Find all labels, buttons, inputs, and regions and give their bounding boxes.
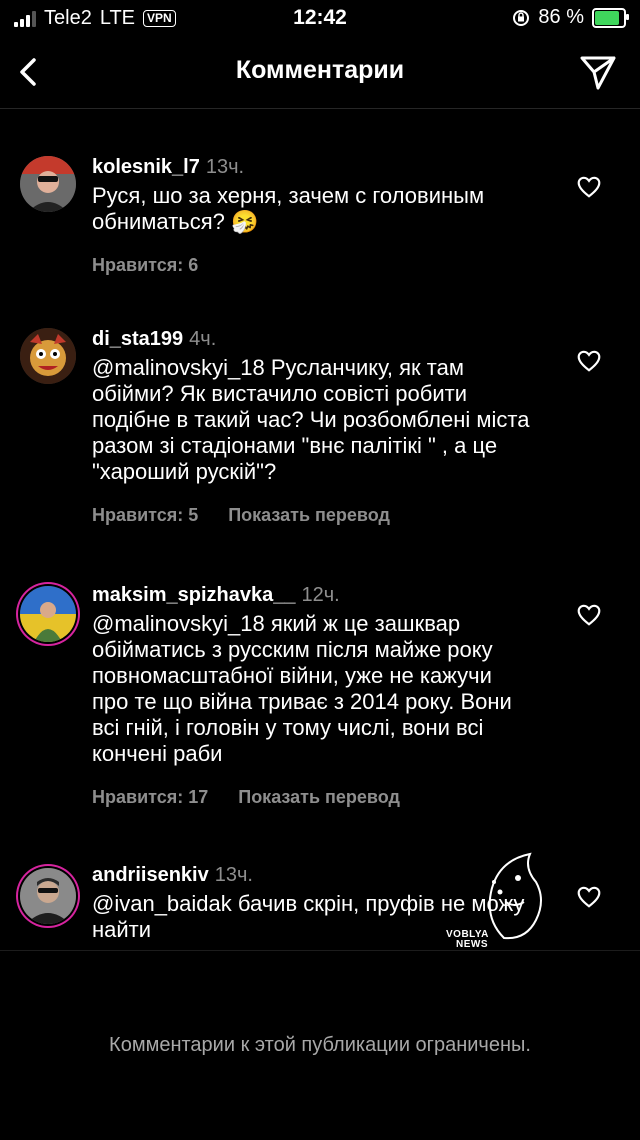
comment-header: kolesnik_l7 13ч. <box>92 154 532 180</box>
username[interactable]: andriisenkiv <box>92 864 209 886</box>
avatar[interactable] <box>20 328 76 384</box>
likes-count[interactable]: Нравится: 6 <box>92 255 198 276</box>
heart-icon[interactable] <box>576 174 602 200</box>
orientation-lock-icon <box>513 9 530 26</box>
watermark-text: VOBLYA NEWS <box>446 930 489 950</box>
divider <box>0 950 640 951</box>
comment-text: Руся, шо за херня, зачем с головиным обн… <box>92 183 485 234</box>
watermark-line-2: NEWS <box>456 939 488 950</box>
share-icon[interactable] <box>578 52 618 92</box>
avatar[interactable] <box>20 868 76 924</box>
heart-icon[interactable] <box>576 348 602 374</box>
status-bar: Tele2 LTE VPN 12:42 86 % <box>0 0 640 36</box>
username[interactable]: di_sta199 <box>92 328 183 350</box>
heart-icon[interactable] <box>576 884 602 910</box>
status-right: 86 % <box>512 6 629 29</box>
comment-header: di_sta199 4ч. <box>92 326 532 352</box>
comment-actions: Нравится: 6 <box>92 255 532 276</box>
comment-actions: Нравится: 5 Показать перевод <box>92 505 532 526</box>
nav-bar: Комментарии <box>0 36 640 109</box>
likes-count[interactable]: Нравится: 17 <box>92 787 208 808</box>
comment-actions: Нравится: 17 Показать перевод <box>92 787 532 808</box>
comment-text: @malinovskyi_18 який ж це зашквар обійма… <box>92 611 512 766</box>
likes-count[interactable]: Нравится: 5 <box>92 505 198 526</box>
comment-body: di_sta199 4ч. @malinovskyi_18 Русланчику,… <box>92 326 532 526</box>
battery-icon <box>592 7 629 28</box>
comment-body: maksim_spizhavka__ 12ч. @malinovskyi_18 я… <box>92 582 532 808</box>
username[interactable]: maksim_spizhavka__ <box>92 584 295 606</box>
comment-body: kolesnik_l7 13ч. Руся, шо за херня, зачем… <box>92 154 532 276</box>
comment-header: maksim_spizhavka__ 12ч. <box>92 582 532 608</box>
username[interactable]: kolesnik_l7 <box>92 156 200 178</box>
comment-time: 13ч. <box>214 864 253 886</box>
translate-link[interactable]: Показать перевод <box>238 787 400 808</box>
translate-link[interactable]: Показать перевод <box>228 505 390 526</box>
page-title: Комментарии <box>235 56 405 84</box>
battery-percent: 86 % <box>538 6 584 28</box>
avatar[interactable] <box>20 156 76 212</box>
avatar[interactable] <box>20 586 76 642</box>
comment-time: 4ч. <box>189 328 217 350</box>
heart-icon[interactable] <box>576 602 602 628</box>
comment-time: 12ч. <box>301 584 340 606</box>
comment-time: 13ч. <box>205 156 245 178</box>
battery-fill <box>595 10 620 25</box>
comment-text: @malinovskyi_18 Русланчику, як там обійм… <box>92 355 530 484</box>
comments-restricted-note: Комментарии к этой публикации ограничены… <box>109 1034 531 1056</box>
